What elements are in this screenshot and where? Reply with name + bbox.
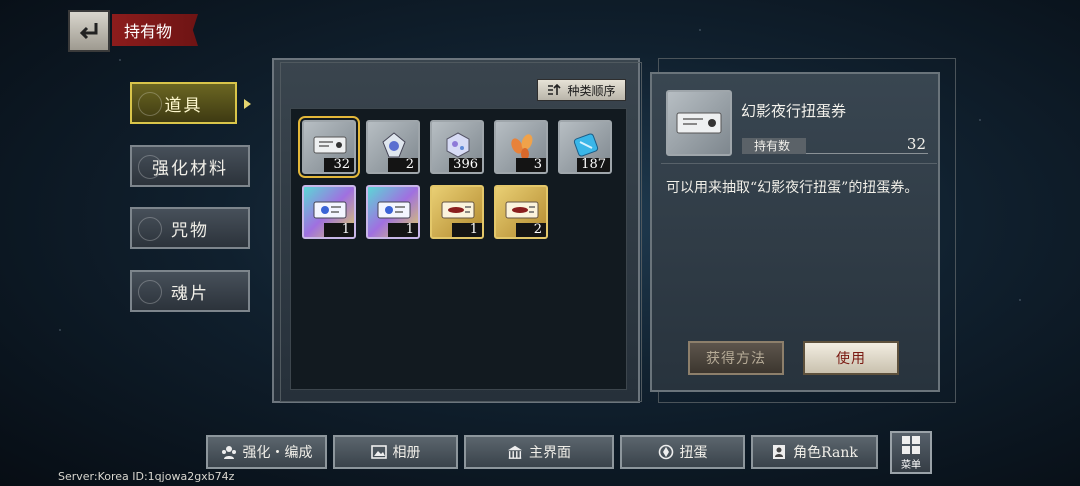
item-quantity: 187 [577, 158, 610, 172]
ticket-icon [312, 195, 348, 225]
nav-album[interactable]: 相册 [333, 435, 458, 469]
nav-label: 扭蛋 [679, 445, 708, 461]
inventory-item[interactable]: 187 [558, 120, 612, 174]
ornament-icon [138, 155, 162, 179]
ornament-icon [138, 280, 162, 304]
server-id-text: Server:Korea ID:1qjowa2gxb74z [58, 470, 235, 483]
detail-divider [661, 163, 937, 164]
ornament-icon [138, 217, 162, 241]
back-arrow-icon [79, 23, 98, 40]
rank-icon [771, 444, 787, 460]
menu-button[interactable]: 菜单 [890, 431, 932, 474]
cube-icon [440, 130, 476, 160]
tab-label: 魂片 [171, 283, 209, 304]
sort-label: 种类顺序 [567, 83, 616, 98]
inventory-item[interactable]: 2 [494, 185, 548, 239]
tab-items[interactable]: 道具 [130, 82, 237, 124]
tab-cursed-objects[interactable]: 咒物 [130, 207, 250, 249]
team-icon [221, 444, 237, 460]
detail-item-icon [666, 90, 732, 156]
owned-label: 持有数 [742, 138, 806, 154]
inventory-item[interactable]: 1 [302, 185, 356, 239]
charm-icon [376, 130, 412, 160]
sort-icon [548, 84, 562, 95]
tab-label: 咒物 [171, 220, 209, 241]
nav-label: 主界面 [529, 445, 571, 461]
tab-label: 强化材料 [152, 158, 228, 179]
ticket-icon [676, 112, 722, 134]
tab-soul-fragments[interactable]: 魂片 [130, 270, 250, 312]
back-button[interactable] [68, 10, 110, 52]
obtain-method-button[interactable]: 获得方法 [688, 341, 784, 375]
nav-label: 强化・编成 [242, 445, 313, 461]
ticket-icon [312, 130, 348, 160]
tab-label: 道具 [164, 95, 203, 116]
owned-divider [806, 153, 928, 154]
inventory-item[interactable]: 1 [430, 185, 484, 239]
ticket-icon [440, 195, 476, 225]
active-tab-arrow-icon [244, 99, 251, 109]
nav-character-rank[interactable]: 角色Rank [751, 435, 878, 469]
item-quantity: 2 [388, 158, 418, 172]
album-icon [370, 444, 387, 460]
item-name: 幻影夜行扭蛋券 [741, 102, 847, 120]
tab-enhance-materials[interactable]: 强化材料 [130, 145, 250, 187]
item-quantity: 1 [452, 223, 482, 237]
owned-count: 32 [906, 135, 926, 153]
ornament-icon [138, 92, 162, 116]
inventory-item[interactable]: 1 [366, 185, 420, 239]
inventory-item[interactable]: 3 [494, 120, 548, 174]
gacha-icon [658, 444, 674, 460]
inventory-item[interactable]: 396 [430, 120, 484, 174]
item-quantity: 3 [516, 158, 546, 172]
scroll-icon [568, 130, 604, 160]
use-button[interactable]: 使用 [803, 341, 899, 375]
page-title: 持有物 [112, 14, 198, 46]
ticket-icon [376, 195, 412, 225]
item-description: 可以用来抽取“幻影夜行扭蛋”的扭蛋券。 [666, 180, 919, 196]
inventory-item[interactable]: 32 [298, 116, 360, 178]
menu-label: 菜单 [901, 459, 921, 471]
item-quantity: 1 [388, 223, 418, 237]
nav-enhance-team[interactable]: 强化・编成 [206, 435, 327, 469]
item-quantity: 32 [324, 158, 354, 172]
inventory-item[interactable]: 2 [366, 120, 420, 174]
sort-button[interactable]: 种类顺序 [537, 79, 626, 101]
petal-icon [504, 130, 540, 160]
item-quantity: 2 [516, 223, 546, 237]
home-icon [507, 444, 523, 460]
grid-menu-icon [902, 435, 920, 454]
ticket-icon [504, 195, 540, 225]
nav-gacha[interactable]: 扭蛋 [620, 435, 745, 469]
nav-label: 相册 [392, 445, 421, 461]
nav-label: 角色Rank [793, 445, 858, 461]
nav-home[interactable]: 主界面 [464, 435, 614, 469]
item-quantity: 1 [324, 223, 354, 237]
item-quantity: 396 [449, 158, 482, 172]
